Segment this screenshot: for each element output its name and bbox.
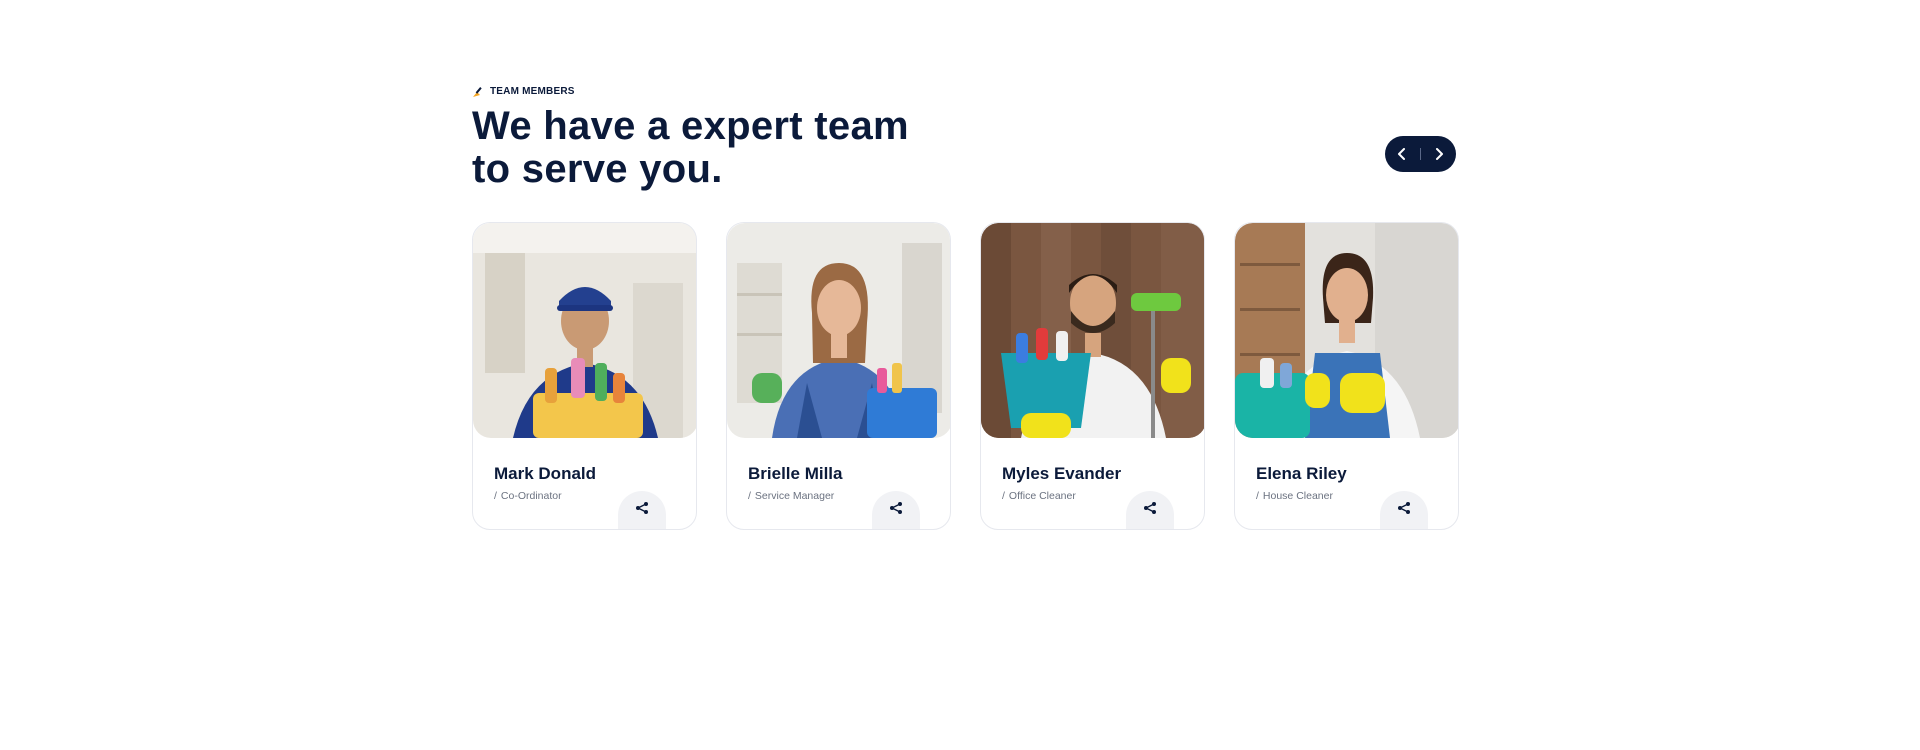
share-icon [1144,502,1156,514]
member-photo [1235,223,1458,438]
member-role-text: House Cleaner [1262,490,1333,502]
heading-line-2: to serve you. [472,147,723,191]
member-role: / Service Manager [748,490,835,502]
section-subtitle: TEAM MEMBERS [472,84,1464,98]
member-name: Mark Donald [494,464,597,483]
chevron-right-icon [1436,148,1443,160]
member-role-text: Co-Ordinator [500,490,562,502]
member-role: / Co-Ordinator [494,490,562,502]
team-card[interactable]: Mark Donald / Co-Ordinator [472,222,697,530]
team-card[interactable]: Myles Evander / Office Cleaner [980,222,1205,530]
share-icon [636,502,648,514]
broom-icon [472,85,484,97]
member-photo [473,223,696,438]
member-role: / Office Cleaner [1002,490,1076,502]
chevron-left-icon [1398,148,1405,160]
member-role-text: Service Manager [754,490,835,502]
section-heading: We have a expert team to serve you. [472,105,1032,191]
member-name: Myles Evander [1002,464,1122,483]
member-name: Brielle Milla [748,464,843,483]
member-photo [981,223,1204,438]
member-role: / House Cleaner [1256,490,1333,502]
slider-navigation [1385,136,1456,172]
heading-line-1: We have a expert team [472,104,909,148]
team-card[interactable]: Brielle Milla / Service Manager [726,222,951,530]
prev-button[interactable] [1394,146,1410,162]
share-icon [1398,502,1410,514]
team-section: TEAM MEMBERS We have a expert team to se… [472,84,1464,530]
nav-divider [1420,148,1421,160]
team-card[interactable]: Elena Riley / House Cleaner [1234,222,1459,530]
next-button[interactable] [1431,146,1447,162]
subtitle-text: TEAM MEMBERS [490,85,575,97]
share-icon [890,502,902,514]
member-photo [727,223,950,438]
team-cards: Mark Donald / Co-Ordinator Brielle Milla… [472,222,1459,530]
member-role-text: Office Cleaner [1008,490,1076,502]
member-name: Elena Riley [1256,464,1347,483]
